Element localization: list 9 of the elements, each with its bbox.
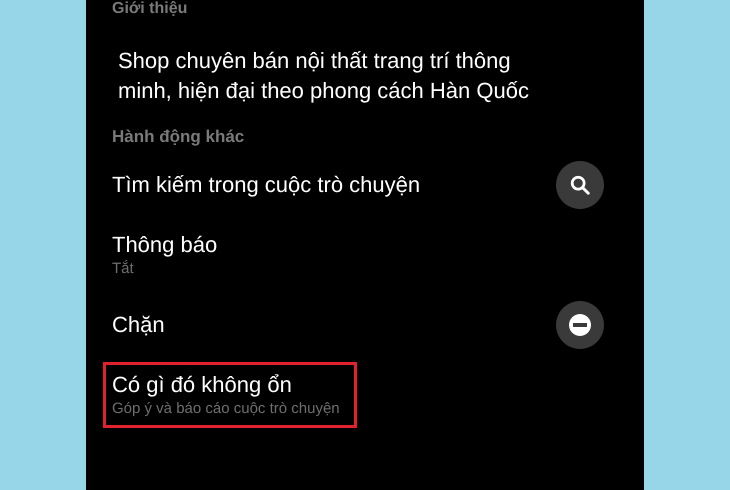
block-icon[interactable]	[556, 300, 604, 348]
menu-item[interactable]: Thông báo Tắt	[112, 224, 218, 284]
search-icon[interactable]	[556, 160, 604, 208]
section-heading: Giới thiệu	[112, 0, 188, 18]
menu-item[interactable]: Tìm kiếm trong cuộc trò chuyện	[112, 164, 420, 204]
menu-item[interactable]: Có gì đó không ổn Góp ý và báo cáo cuộc trò chuyện	[103, 362, 357, 428]
menu-item[interactable]: Chặn	[112, 304, 165, 344]
section-heading: Hành động khác	[112, 126, 246, 148]
description-text: Shop chuyên bán nội thất trang trí thông minh, hiện đại theo phong cách Hàn Quốc	[117, 47, 530, 105]
